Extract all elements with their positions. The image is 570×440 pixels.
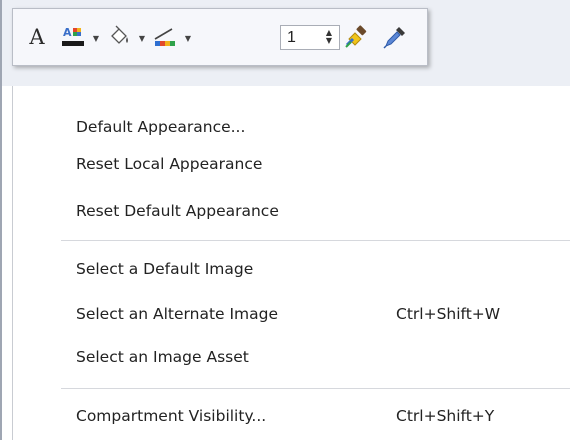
paint-brush-icon[interactable]: [343, 23, 371, 51]
line-width-spinner[interactable]: 1 ▲ ▼: [280, 25, 340, 50]
menu-item-select-image-asset[interactable]: Select an Image Asset: [13, 337, 569, 377]
svg-text:A: A: [63, 26, 72, 39]
menu-item-select-default-image[interactable]: Select a Default Image: [13, 249, 569, 289]
line-color-icon[interactable]: [152, 23, 180, 51]
menu-separator: [61, 240, 570, 241]
font-icon[interactable]: A: [26, 25, 48, 49]
menu-item-label: Select a Default Image: [76, 260, 254, 278]
fill-color-icon[interactable]: [106, 23, 134, 51]
menu-separator: [61, 388, 570, 389]
eyedropper-icon[interactable]: [381, 23, 409, 51]
menu-item-shortcut: Ctrl+Shift+W: [396, 305, 501, 323]
menu-item-label: Select an Image Asset: [76, 348, 249, 366]
line-color-dropdown[interactable]: ▼: [183, 31, 193, 45]
font-color-icon[interactable]: A: [60, 23, 88, 51]
spinner-down-icon[interactable]: ▼: [326, 37, 332, 45]
menu-item-reset-local-appearance[interactable]: Reset Local Appearance: [13, 144, 569, 184]
menu-item-select-alternate-image[interactable]: Select an Alternate Image Ctrl+Shift+W: [13, 294, 569, 334]
format-toolbar: A A ▼ ▼ ▼ 1 ▲ ▼: [12, 8, 428, 66]
menu-item-label: Select an Alternate Image: [76, 305, 279, 323]
menu-item-label: Default Appearance...: [76, 118, 246, 136]
spinner-arrows[interactable]: ▲ ▼: [326, 29, 332, 45]
menu-item-reset-default-appearance[interactable]: Reset Default Appearance: [13, 191, 569, 231]
window-edge: [0, 0, 2, 440]
font-color-dropdown[interactable]: ▼: [91, 31, 101, 45]
menu-item-label: Reset Default Appearance: [76, 202, 279, 220]
line-width-value[interactable]: 1: [287, 29, 296, 47]
menu-item-label: Reset Local Appearance: [76, 155, 263, 173]
fill-color-dropdown[interactable]: ▼: [137, 31, 147, 45]
context-menu: Default Appearance... Reset Local Appear…: [12, 86, 570, 440]
menu-item-default-appearance[interactable]: Default Appearance...: [13, 107, 569, 147]
menu-item-compartment-visibility[interactable]: Compartment Visibility... Ctrl+Shift+Y: [13, 396, 569, 436]
menu-item-label: Compartment Visibility...: [76, 407, 267, 425]
menu-item-shortcut: Ctrl+Shift+Y: [396, 407, 495, 425]
